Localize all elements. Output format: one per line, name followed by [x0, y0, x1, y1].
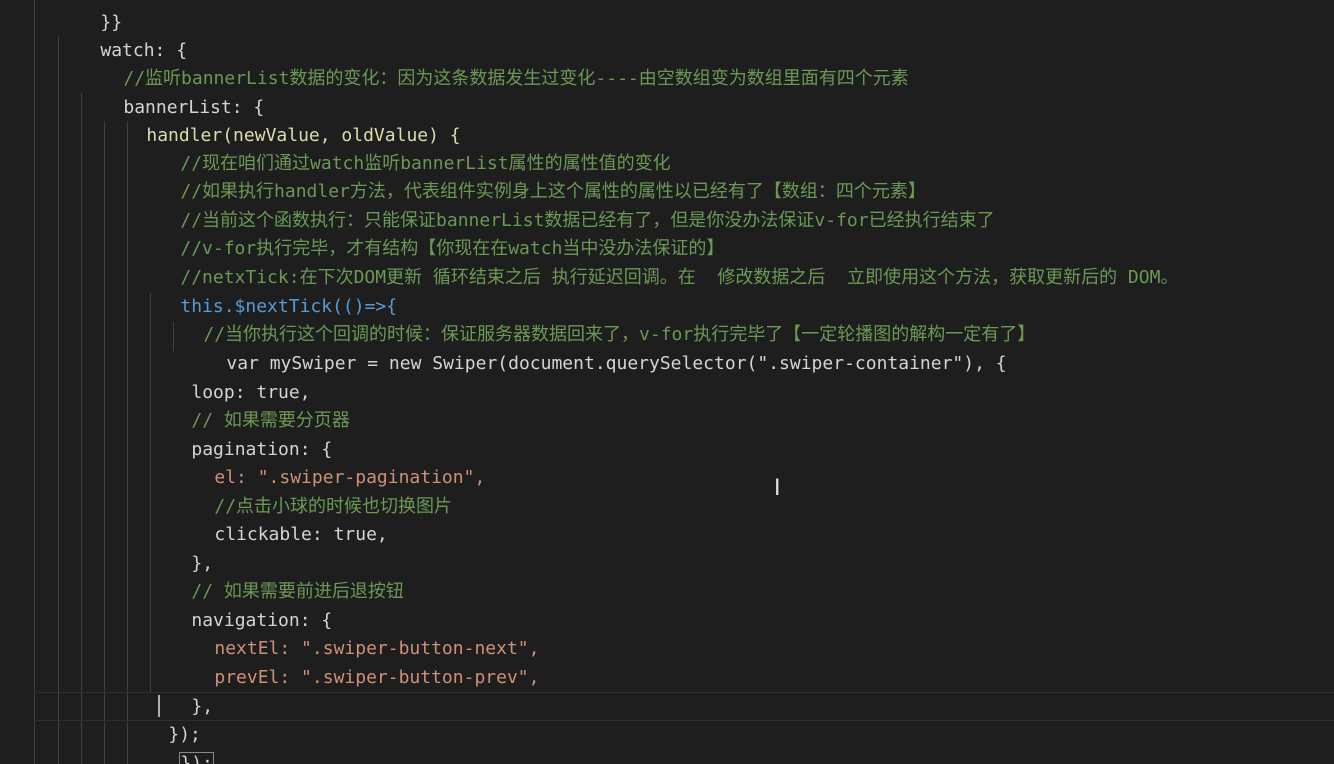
code-token: var mySwiper = new Swiper(document.query… — [226, 352, 1007, 374]
code-token: }); — [179, 751, 214, 764]
code-line: //netxTick:在下次DOM更新 循环结束之后 执行延迟回调。在 修改数据… — [137, 235, 1178, 288]
code-line: //v-for执行完毕，才有结构【你现在在watch当中没办法保证的】 — [137, 206, 724, 259]
code-line: //当你执行这个回调的时候：保证服务器数据回来了，v-for执行完毕了【一定轮播… — [160, 292, 1035, 345]
code-line: //点击小球的时候也切换图片 — [171, 464, 452, 517]
code-line: clickable: true, — [171, 492, 387, 545]
code-token: clickable: true, — [214, 523, 388, 545]
code-line: loop: true, — [148, 350, 310, 403]
indent-guide — [127, 121, 128, 764]
code-line: // 如果需要分页器 — [148, 378, 350, 431]
code-line: bannerList: { — [80, 65, 264, 118]
current-line-highlight — [34, 692, 1334, 721]
indent-guide — [34, 0, 35, 764]
code-line: //监听bannerList数据的变化：因为这条数据发生过变化----由空数组变… — [80, 36, 908, 89]
indent-guide — [58, 36, 59, 764]
code-line: nextEl: ".swiper-button-next", — [171, 606, 539, 659]
code-line: watch: { — [57, 8, 187, 61]
ibeam-cursor-icon: I — [774, 476, 781, 501]
code-line: }); — [125, 692, 201, 745]
code-line: //现在咱们通过watch监听bannerList属性的属性值的变化 — [137, 121, 670, 174]
code-line: // 如果需要前进后退按钮 — [148, 549, 404, 602]
code-line: }, — [148, 521, 213, 574]
indent-guide — [104, 121, 105, 764]
code-line: }, — [148, 664, 213, 717]
code-line: this.$nextTick(()=>{ — [137, 264, 397, 317]
code-line: el: ".swiper-pagination", — [171, 435, 485, 488]
code-line: handler(newValue, oldValue) { — [103, 93, 460, 146]
code-line: navigation: { — [148, 578, 332, 631]
code-token: prevEl: ".swiper-button-prev", — [214, 666, 540, 688]
text-cursor — [158, 695, 160, 717]
code-line: //当前这个函数执行：只能保证bannerList数据已经有了，但是你没办法保证… — [137, 178, 994, 231]
code-editor[interactable]: }} watch: { //监听bannerList数据的变化：因为这条数据发生… — [0, 0, 1334, 764]
code-line: prevEl: ".swiper-button-prev", — [171, 635, 539, 688]
code-line: pagination: { — [148, 407, 332, 460]
indent-guide — [81, 93, 82, 764]
code-line: //如果执行handler方法，代表组件实例身上这个属性的属性以已经有了【数组：… — [137, 149, 926, 202]
code-line: var mySwiper = new Swiper(document.query… — [183, 321, 1006, 374]
code-line: }); — [137, 721, 214, 764]
